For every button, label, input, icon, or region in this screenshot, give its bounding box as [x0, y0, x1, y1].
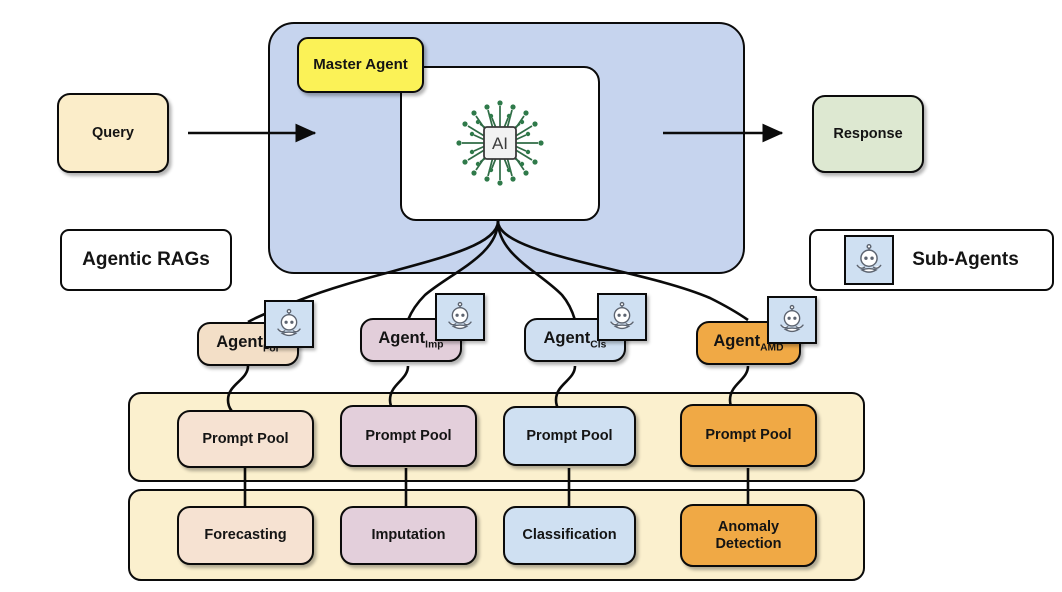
agent-name-for: Agent — [216, 333, 263, 352]
agent-subscript-amd: AMD — [760, 342, 784, 354]
svg-text:AI: AI — [492, 134, 508, 153]
task-label: Classification — [522, 527, 617, 544]
sub-agents-legend: Sub-Agents — [809, 229, 1054, 291]
agentic-rags-legend: Agentic RAGs — [60, 229, 232, 291]
prompt-pool-amd[interactable]: Prompt Pool — [680, 404, 817, 467]
robot-icon — [264, 300, 314, 348]
task-classification[interactable]: Classification — [503, 506, 636, 565]
response-box[interactable]: Response — [812, 95, 924, 173]
prompt-pool-imp[interactable]: Prompt Pool — [340, 405, 477, 467]
task-label: Imputation — [371, 527, 446, 544]
task-label-line2: Detection — [715, 535, 782, 552]
robot-icon — [597, 293, 647, 341]
query-label: Query — [92, 124, 134, 141]
master-agent-box[interactable]: Master Agent — [297, 37, 424, 93]
prompt-pool-label: Prompt Pool — [526, 427, 613, 444]
ai-chip-icon: AI — [446, 88, 554, 198]
prompt-pool-for[interactable]: Prompt Pool — [177, 410, 314, 468]
task-imputation[interactable]: Imputation — [340, 506, 477, 565]
task-label-line1: Anomaly — [717, 519, 780, 536]
robot-icon — [767, 296, 817, 344]
sub-agents-label: Sub-Agents — [912, 249, 1019, 270]
query-box[interactable]: Query — [57, 93, 169, 173]
agent-name-cls: Agent — [543, 329, 591, 348]
agent-subscript-cls: Cls — [590, 339, 607, 351]
prompt-pool-label: Prompt Pool — [365, 427, 452, 444]
master-agent-label: Master Agent — [313, 55, 408, 73]
agent-subscript-imp: Imp — [425, 339, 444, 351]
agent-name-imp: Agent — [378, 329, 426, 348]
response-label: Response — [833, 125, 903, 142]
task-label: Forecasting — [204, 527, 287, 544]
agent-name-amd: Agent — [713, 332, 761, 351]
agentic-rags-label: Agentic RAGs — [82, 249, 210, 270]
task-anomaly-detection[interactable]: Anomaly Detection — [680, 504, 817, 567]
diagram-canvas: AI Master Agent Query Response Agentic R… — [0, 0, 1062, 592]
prompt-pool-cls[interactable]: Prompt Pool — [503, 406, 636, 466]
prompt-pool-label: Prompt Pool — [705, 427, 792, 444]
prompt-pool-label: Prompt Pool — [202, 430, 289, 447]
task-forecasting[interactable]: Forecasting — [177, 506, 314, 565]
robot-icon — [435, 293, 485, 341]
robot-icon — [844, 235, 895, 285]
